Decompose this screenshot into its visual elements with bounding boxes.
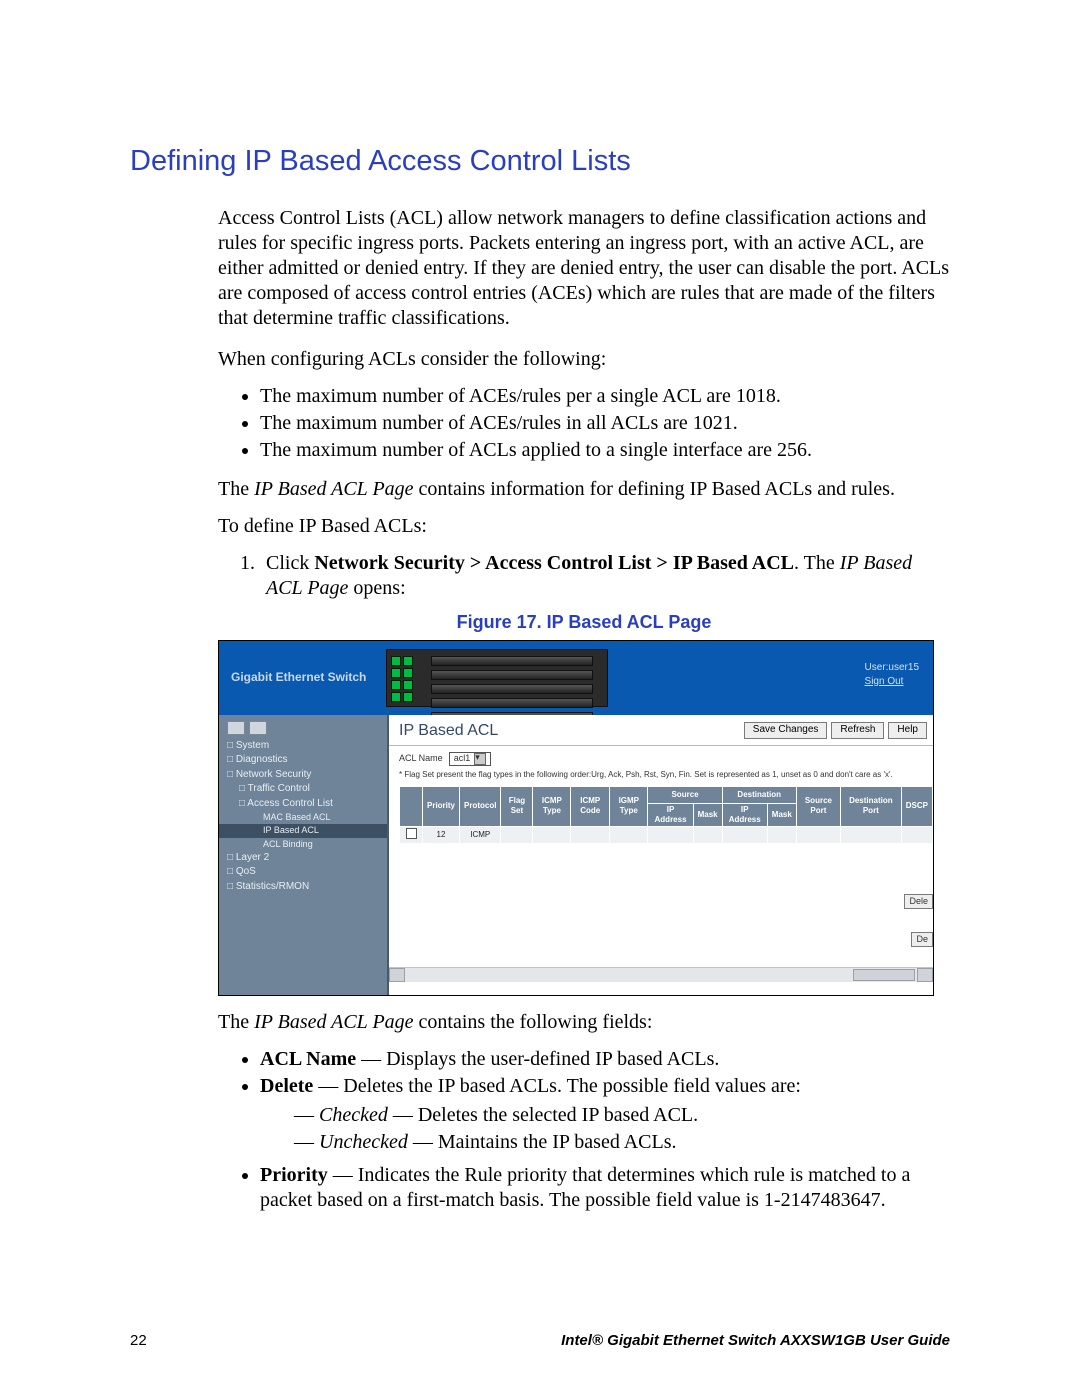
- flag-note: * Flag Set present the flag types in the…: [399, 770, 933, 780]
- screenshot-main: IP Based ACL Save Changes Refresh Help A…: [387, 715, 933, 995]
- fields-list: ACL Name — Displays the user-defined IP …: [218, 1047, 950, 1213]
- col-dest-ip: IP Address: [722, 803, 767, 826]
- table-row: 12 ICMP: [400, 826, 933, 843]
- col-source: Source: [648, 786, 722, 803]
- sidebar-item-access-control-list[interactable]: Access Control List: [219, 797, 387, 812]
- intro-paragraph-1: Access Control Lists (ACL) allow network…: [218, 206, 950, 331]
- refresh-button[interactable]: Refresh: [831, 722, 884, 739]
- sidebar-item-layer-2[interactable]: Layer 2: [219, 851, 387, 866]
- col-dest-mask: Mask: [767, 803, 796, 826]
- document-title-footer: Intel® Gigabit Ethernet Switch AXXSW1GB …: [561, 1332, 950, 1349]
- delete-sublist: Checked — Deletes the selected IP based …: [260, 1103, 950, 1155]
- define-paragraph: To define IP Based ACLs:: [218, 514, 950, 539]
- steps-list: Click Network Security > Access Control …: [218, 551, 950, 601]
- sidebar-item-mac-based-acl[interactable]: MAC Based ACL: [219, 811, 387, 824]
- col-protocol: Protocol: [460, 786, 501, 826]
- cell-protocol: ICMP: [460, 826, 501, 843]
- scroll-right-icon[interactable]: [917, 968, 933, 982]
- acl-name-select[interactable]: acl1: [449, 752, 492, 766]
- horizontal-scrollbar[interactable]: [389, 967, 933, 982]
- de-button[interactable]: De: [911, 932, 933, 947]
- sidebar-item-acl-binding[interactable]: ACL Binding: [219, 838, 387, 851]
- page-number: 22: [130, 1332, 147, 1349]
- section-heading: Defining IP Based Access Control Lists: [130, 145, 950, 178]
- device-panel-graphic: [386, 649, 608, 707]
- col-igmp-type: IGMP Type: [610, 786, 648, 826]
- list-item: Unchecked — Maintains the IP based ACLs.: [294, 1130, 950, 1155]
- device-brand: Gigabit Ethernet Switch: [231, 670, 366, 685]
- page-reference-paragraph: The IP Based ACL Page contains informati…: [218, 477, 950, 502]
- delete-button[interactable]: Dele: [904, 894, 933, 909]
- sidebar-item-network-security[interactable]: Network Security: [219, 768, 387, 783]
- col-priority: Priority: [423, 786, 460, 826]
- help-button[interactable]: Help: [888, 722, 927, 739]
- sidebar-item-system[interactable]: System: [219, 739, 387, 754]
- list-item: Checked — Deletes the selected IP based …: [294, 1103, 950, 1128]
- sidebar-item-ip-based-acl[interactable]: IP Based ACL: [219, 824, 387, 837]
- acl-rules-table: Priority Protocol Flag Set ICMP Type ICM…: [399, 786, 933, 844]
- sidebar-tool-icon[interactable]: [227, 721, 245, 735]
- consider-list: The maximum number of ACEs/rules per a s…: [218, 384, 950, 463]
- col-icmp-code: ICMP Code: [571, 786, 610, 826]
- screenshot-sidebar: SystemDiagnosticsNetwork SecurityTraffic…: [219, 715, 387, 995]
- list-item: Priority — Indicates the Rule priority t…: [260, 1163, 950, 1213]
- list-item: The maximum number of ACEs/rules per a s…: [260, 384, 950, 409]
- col-checkbox: [400, 786, 423, 826]
- col-source-mask: Mask: [693, 803, 722, 826]
- figure-caption: Figure 17. IP Based ACL Page: [218, 611, 950, 634]
- fields-intro: The IP Based ACL Page contains the follo…: [218, 1010, 950, 1035]
- sidebar-item-qos[interactable]: QoS: [219, 865, 387, 880]
- sidebar-item-statistics-rmon[interactable]: Statistics/RMON: [219, 880, 387, 895]
- user-label: User:user15: [865, 661, 919, 675]
- chevron-down-icon: [474, 753, 486, 765]
- list-item: Delete — Deletes the IP based ACLs. The …: [260, 1074, 950, 1155]
- sidebar-item-traffic-control[interactable]: Traffic Control: [219, 782, 387, 797]
- sidebar-tool-icon[interactable]: [249, 721, 267, 735]
- screenshot-ip-based-acl: Gigabit Ethernet Switch User:user15 Sign…: [218, 640, 934, 996]
- scroll-thumb[interactable]: [853, 969, 915, 981]
- sidebar-toolbar: [219, 721, 387, 739]
- col-source-port: Source Port: [796, 786, 840, 826]
- col-destination: Destination: [722, 786, 796, 803]
- intro-paragraph-2: When configuring ACLs consider the follo…: [218, 347, 950, 372]
- list-item: ACL Name — Displays the user-defined IP …: [260, 1047, 950, 1072]
- sidebar-item-diagnostics[interactable]: Diagnostics: [219, 753, 387, 768]
- scroll-left-icon[interactable]: [389, 968, 405, 982]
- col-source-ip: IP Address: [648, 803, 693, 826]
- row-checkbox[interactable]: [406, 828, 417, 839]
- step-item: Click Network Security > Access Control …: [260, 551, 950, 601]
- list-item: The maximum number of ACEs/rules in all …: [260, 411, 950, 436]
- col-flag-set: Flag Set: [501, 786, 533, 826]
- user-block: User:user15 Sign Out: [865, 661, 919, 689]
- save-changes-button[interactable]: Save Changes: [744, 722, 828, 739]
- acl-name-label: ACL Name: [399, 753, 443, 764]
- list-item: The maximum number of ACLs applied to a …: [260, 438, 950, 463]
- col-destination-port: Destination Port: [841, 786, 902, 826]
- cell-priority: 12: [423, 826, 460, 843]
- col-icmp-type: ICMP Type: [533, 786, 571, 826]
- sign-out-link[interactable]: Sign Out: [865, 675, 919, 689]
- col-dscp: DSCP: [901, 786, 932, 826]
- screenshot-header: Gigabit Ethernet Switch User:user15 Sign…: [219, 641, 933, 715]
- panel-title: IP Based ACL: [399, 721, 498, 741]
